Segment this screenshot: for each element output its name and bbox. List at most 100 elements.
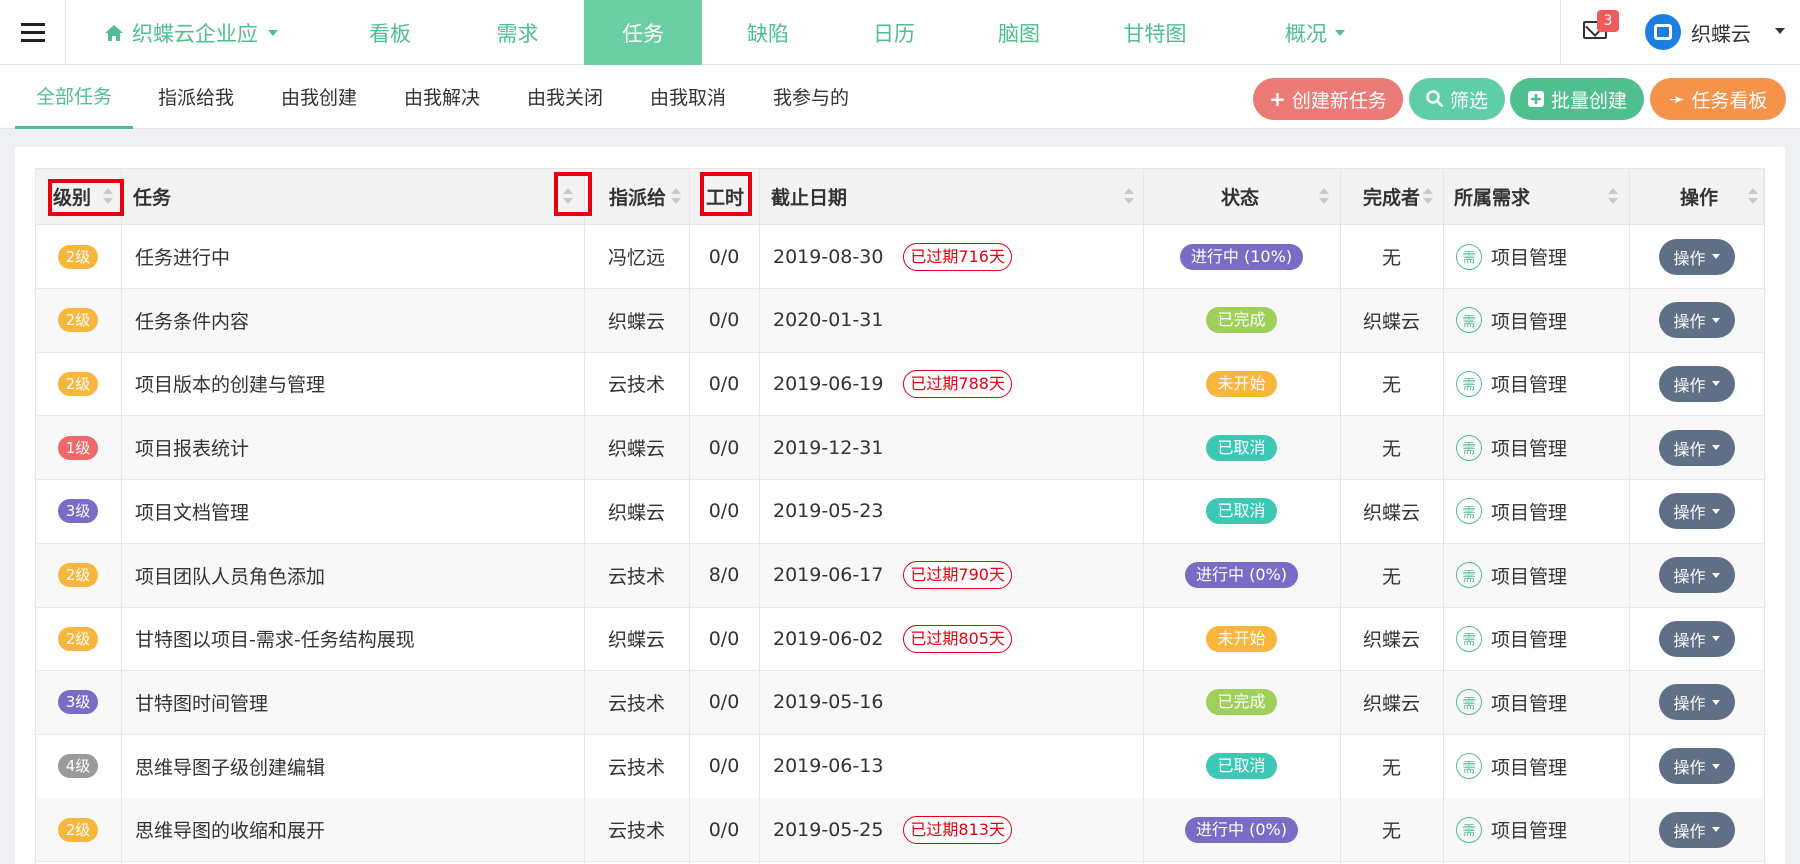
table-row[interactable]: 1级 项目报表统计 织蝶云 0/0 2019-12-31 已取消 无 需项目管理 操作 bbox=[35, 416, 1764, 481]
task-title-link[interactable]: 项目团队人员角色添加 bbox=[135, 562, 325, 589]
operation-dropdown-button[interactable]: 操作 bbox=[1658, 302, 1735, 339]
task-filter-bar: 全部任务 指派给我 由我创建 由我解决 由我关闭 由我取消 我参与的 + 创建新任… bbox=[0, 65, 1800, 129]
home-icon bbox=[105, 24, 123, 41]
menu-toggle-button[interactable] bbox=[0, 0, 66, 65]
table-row[interactable]: 4级 思维导图子级创建编辑 云技术 0/0 2019-06-13 已取消 无 需项目管理 操作 bbox=[35, 735, 1764, 799]
level-badge: 2级 bbox=[57, 244, 99, 269]
task-title-link[interactable]: 项目文档管理 bbox=[135, 498, 249, 525]
tab-gantt[interactable]: 甘特图 bbox=[1095, 0, 1215, 65]
sort-icon[interactable] bbox=[1423, 188, 1433, 208]
tab-overview[interactable]: 概况 bbox=[1255, 0, 1375, 65]
requirement-link[interactable]: 项目管理 bbox=[1491, 307, 1567, 334]
subtab-cancelled-by-me[interactable]: 由我取消 bbox=[638, 65, 738, 127]
requirement-link[interactable]: 项目管理 bbox=[1491, 689, 1567, 716]
operation-dropdown-button[interactable]: 操作 bbox=[1658, 620, 1735, 657]
requirement-link[interactable]: 项目管理 bbox=[1491, 498, 1567, 525]
username[interactable]: 织蝶云 bbox=[1691, 18, 1751, 47]
project-switcher[interactable]: 织蝶云企业应 bbox=[104, 0, 278, 65]
operation-dropdown-button[interactable]: 操作 bbox=[1658, 557, 1735, 593]
finisher-cell: 无 bbox=[1381, 565, 1401, 588]
hours-cell: 0/0 bbox=[708, 755, 740, 778]
task-title-link[interactable]: 项目版本的创建与管理 bbox=[135, 370, 325, 397]
operation-dropdown-button[interactable]: 操作 bbox=[1658, 748, 1735, 785]
table-row[interactable]: 2级 任务条件内容 织蝶云 0/0 2020-01-31 已完成 织蝶云 需项目管理 操作 bbox=[35, 288, 1764, 353]
sort-icon[interactable] bbox=[1608, 188, 1618, 208]
task-title-link[interactable]: 思维导图的收缩和展开 bbox=[135, 816, 325, 843]
header-deadline[interactable]: 截止日期 bbox=[771, 169, 847, 224]
requirement-link[interactable]: 项目管理 bbox=[1491, 625, 1567, 652]
header-requirement[interactable]: 所属需求 bbox=[1454, 169, 1530, 224]
requirement-link[interactable]: 项目管理 bbox=[1491, 243, 1567, 270]
avatar[interactable] bbox=[1645, 14, 1681, 50]
requirement-link[interactable]: 项目管理 bbox=[1491, 562, 1567, 589]
assignee-cell: 云技术 bbox=[607, 565, 665, 588]
column-divider bbox=[121, 168, 122, 864]
tab-bugs[interactable]: 缺陷 bbox=[712, 0, 824, 65]
header-finisher[interactable]: 完成者 bbox=[1363, 169, 1420, 224]
operation-dropdown-button[interactable]: 操作 bbox=[1658, 429, 1735, 466]
level-badge: 2级 bbox=[57, 308, 99, 333]
task-title-link[interactable]: 任务进行中 bbox=[135, 243, 230, 270]
task-title-link[interactable]: 项目报表统计 bbox=[135, 434, 249, 461]
requirement-link[interactable]: 项目管理 bbox=[1491, 816, 1567, 843]
sort-icon[interactable] bbox=[1124, 188, 1134, 208]
operation-dropdown-button[interactable]: 操作 bbox=[1658, 811, 1735, 848]
create-task-button[interactable]: + 创建新任务 bbox=[1253, 78, 1403, 120]
task-title-link[interactable]: 思维导图子级创建编辑 bbox=[135, 753, 325, 780]
tab-calendar[interactable]: 日历 bbox=[838, 0, 950, 65]
requirement-link[interactable]: 项目管理 bbox=[1491, 434, 1567, 461]
subtab-participated[interactable]: 我参与的 bbox=[761, 65, 861, 127]
batch-create-button[interactable]: 批量创建 bbox=[1510, 78, 1644, 120]
table-row[interactable]: 2级 项目团队人员角色添加 云技术 8/0 2019-06-17 已过期790天 进行中 (… bbox=[35, 543, 1764, 608]
deadline-cell: 2019-06-17 已过期790天 bbox=[773, 544, 1012, 607]
status-cell: 未开始 bbox=[1143, 352, 1340, 415]
table-row[interactable]: 2级 任务进行中 冯忆远 0/0 2019-08-30 已过期716天 进行中 (10%) 无… bbox=[35, 225, 1764, 289]
header-assignee[interactable]: 指派给 bbox=[609, 169, 666, 224]
task-cell: 项目文档管理 bbox=[135, 480, 249, 543]
requirement-link[interactable]: 项目管理 bbox=[1491, 753, 1567, 780]
hours-cell: 0/0 bbox=[708, 691, 740, 714]
finisher-cell: 织蝶云 bbox=[1362, 310, 1420, 333]
tab-requirements[interactable]: 需求 bbox=[460, 0, 575, 65]
header-task[interactable]: 任务 bbox=[133, 169, 171, 224]
tab-kanban[interactable]: 看板 bbox=[335, 0, 445, 65]
chevron-down-icon bbox=[1711, 317, 1720, 323]
sort-icon[interactable] bbox=[1319, 188, 1329, 208]
table-row[interactable]: 3级 甘特图时间管理 云技术 0/0 2019-05-16 已完成 织蝶云 需项目管理 操作 bbox=[35, 670, 1764, 735]
sort-icon[interactable] bbox=[671, 188, 681, 208]
task-board-button[interactable]: ➛ 任务看板 bbox=[1650, 78, 1786, 120]
subtab-assigned-to-me[interactable]: 指派给我 bbox=[146, 65, 246, 127]
mail-count-badge: 3 bbox=[1597, 10, 1619, 32]
table-row[interactable]: 2级 项目版本的创建与管理 云技术 0/0 2019-06-19 已过期788天 未开始 无 需… bbox=[35, 352, 1764, 417]
operation-cell: 操作 bbox=[1629, 607, 1764, 670]
operation-cell: 操作 bbox=[1629, 480, 1764, 543]
operation-dropdown-button[interactable]: 操作 bbox=[1658, 238, 1735, 275]
status-cell: 已完成 bbox=[1143, 289, 1340, 352]
table-row[interactable]: 2级 思维导图的收缩和展开 云技术 0/0 2019-05-25 已过期813天 进行中 (… bbox=[35, 798, 1764, 863]
filter-button[interactable]: 筛选 bbox=[1409, 78, 1505, 120]
sort-icon[interactable] bbox=[1748, 188, 1758, 208]
chevron-down-icon bbox=[1711, 572, 1720, 578]
table-row[interactable]: 2级 甘特图以项目-需求-任务结构展现 织蝶云 0/0 2019-06-02 已过期805… bbox=[35, 607, 1764, 672]
hours-cell: 0/0 bbox=[708, 627, 740, 650]
tab-tasks[interactable]: 任务 bbox=[584, 0, 702, 65]
status-badge: 未开始 bbox=[1206, 625, 1277, 652]
requirement-link[interactable]: 项目管理 bbox=[1491, 370, 1567, 397]
table-row[interactable]: 3级 项目文档管理 织蝶云 0/0 2019-05-23 已取消 织蝶云 需项目管理 操作 bbox=[35, 480, 1764, 544]
header-status[interactable]: 状态 bbox=[1144, 169, 1336, 224]
subtab-resolved-by-me[interactable]: 由我解决 bbox=[392, 65, 492, 127]
finisher-cell: 无 bbox=[1381, 247, 1401, 269]
tab-mindmap[interactable]: 脑图 bbox=[963, 0, 1075, 65]
task-title-link[interactable]: 任务条件内容 bbox=[135, 307, 249, 334]
subtab-all-tasks[interactable]: 全部任务 bbox=[15, 65, 133, 129]
operation-dropdown-button[interactable]: 操作 bbox=[1658, 684, 1735, 721]
chevron-down-icon[interactable] bbox=[1775, 28, 1785, 34]
operation-dropdown-button[interactable]: 操作 bbox=[1658, 365, 1735, 402]
task-cell: 项目版本的创建与管理 bbox=[135, 352, 325, 415]
assignee-cell: 织蝶云 bbox=[607, 629, 665, 652]
subtab-created-by-me[interactable]: 由我创建 bbox=[269, 65, 369, 127]
task-title-link[interactable]: 甘特图以项目-需求-任务结构展现 bbox=[135, 625, 415, 652]
subtab-closed-by-me[interactable]: 由我关闭 bbox=[515, 65, 615, 127]
operation-dropdown-button[interactable]: 操作 bbox=[1658, 493, 1735, 530]
task-title-link[interactable]: 甘特图时间管理 bbox=[135, 689, 268, 716]
